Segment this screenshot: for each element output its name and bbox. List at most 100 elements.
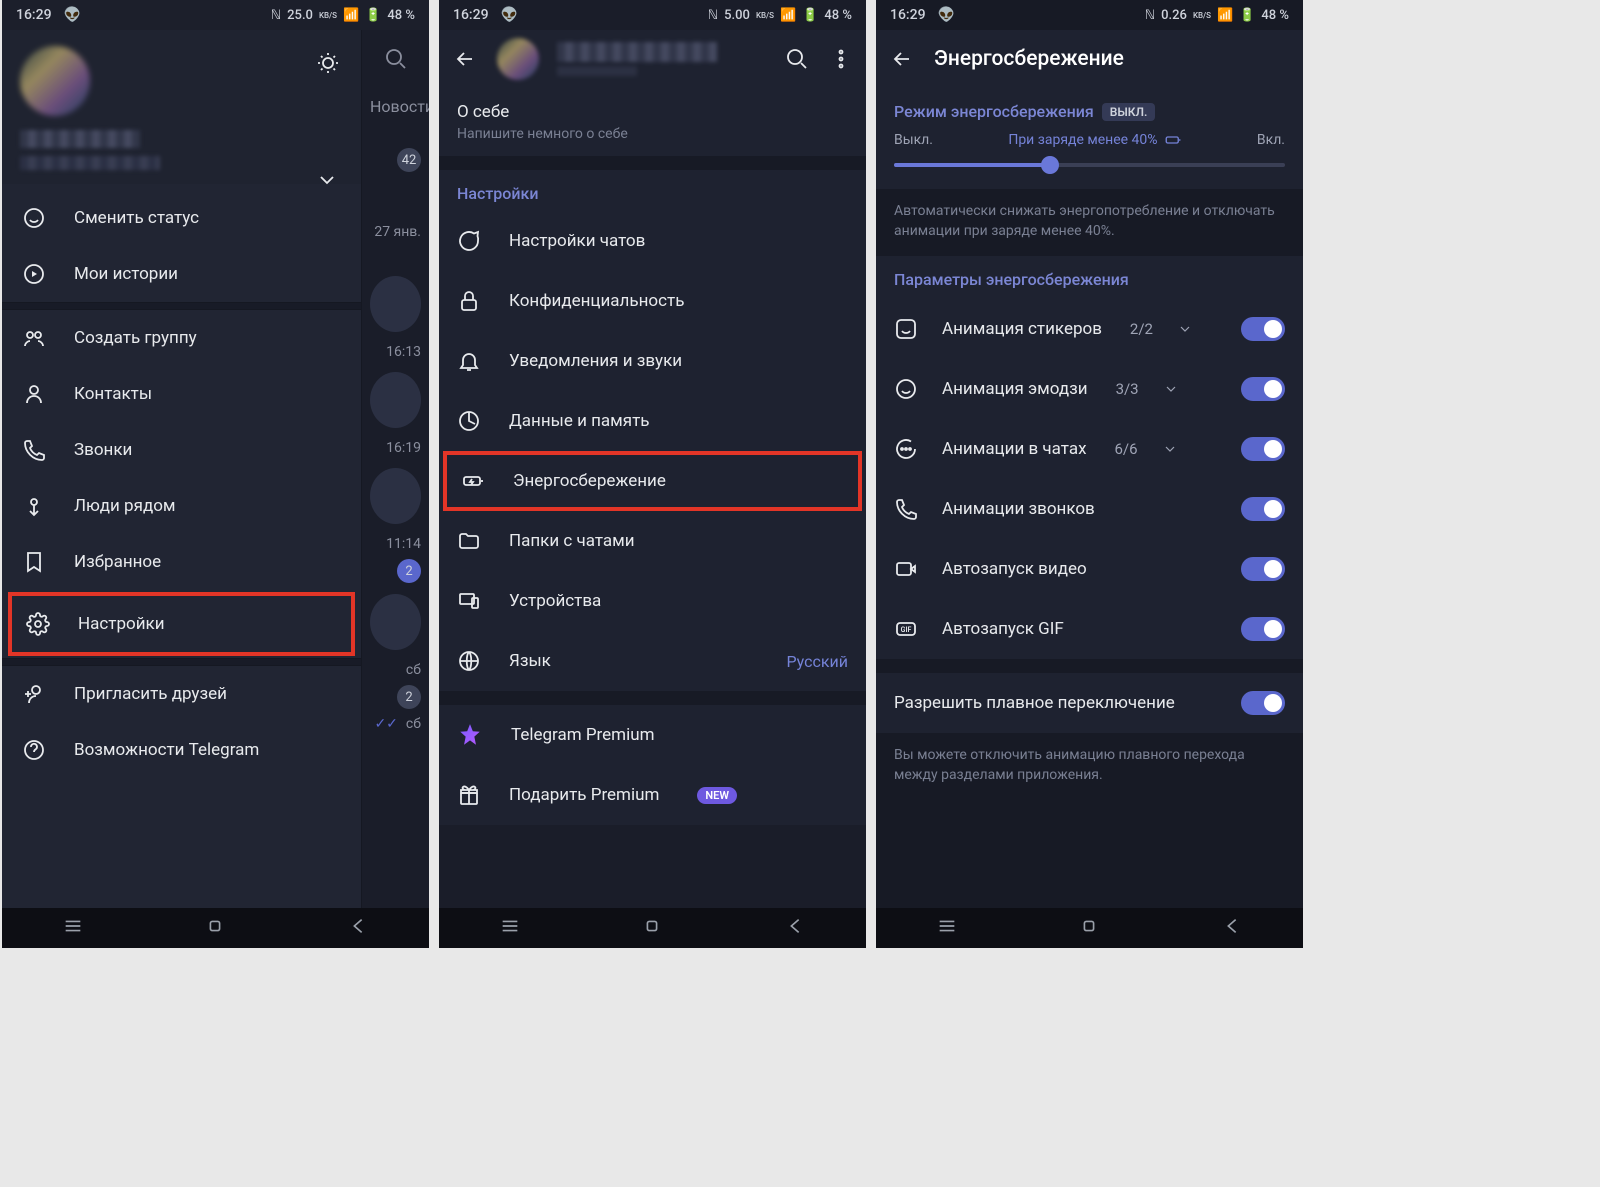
- switch[interactable]: [1241, 691, 1285, 715]
- nav-back-icon[interactable]: [1221, 915, 1243, 941]
- screen-drawer: 16:29 👽 ℕ 25.0 KB/S 📶 🔋 48 % Новости 42 …: [2, 0, 429, 948]
- reddit-icon: 👽: [938, 7, 955, 23]
- nav-home-icon[interactable]: [641, 915, 663, 941]
- drawer-list: Сменить статус Мои истории Создать групп…: [2, 184, 361, 778]
- settings-power-saving[interactable]: Энергосбережение: [443, 451, 862, 511]
- settings-chat-folders[interactable]: Папки с чатами: [439, 511, 866, 571]
- power-slider-labels: Выкл. При заряде менее 40% Вкл.: [876, 131, 1303, 155]
- status-bar: 16:29 👽 ℕ 0.26 KB/S 📶🔋 48 %: [876, 0, 1303, 30]
- status-time: 16:29: [890, 7, 926, 23]
- nav-back-icon[interactable]: [347, 915, 369, 941]
- more-icon[interactable]: [828, 46, 854, 72]
- search-icon[interactable]: [362, 30, 429, 88]
- theme-toggle-icon[interactable]: [311, 46, 345, 80]
- section-power-mode: Режим энергосбережения ВЫКЛ.: [876, 88, 1303, 131]
- nav-home-icon[interactable]: [204, 915, 226, 941]
- unread-badge: 42: [397, 148, 421, 172]
- settings-notifications[interactable]: Уведомления и звуки: [439, 331, 866, 391]
- drawer-header: [2, 30, 361, 184]
- status-bar: 16:29 👽 ℕ 5.00 KB/S 📶🔋 48 %: [439, 0, 866, 30]
- drawer-set-status[interactable]: Сменить статус: [2, 190, 361, 246]
- settings-item-label: Уведомления и звуки: [509, 351, 682, 371]
- toggle-label: Анимация стикеров: [942, 319, 1102, 339]
- drawer-calls[interactable]: Звонки: [2, 422, 361, 478]
- toggle-label: Автозапуск GIF: [942, 619, 1064, 639]
- drawer-people-nearby[interactable]: Люди рядом: [2, 478, 361, 534]
- tab-news[interactable]: Новости: [362, 88, 429, 124]
- settings-privacy[interactable]: Конфиденциальность: [439, 271, 866, 331]
- divider: [2, 302, 361, 310]
- chat-list-behind: Новости 42 27 янв. 16:13 16:19 11:14 2 с…: [362, 30, 429, 908]
- settings-premium[interactable]: Telegram Premium: [439, 705, 866, 765]
- search-icon[interactable]: [784, 46, 810, 72]
- drawer-settings[interactable]: Настройки: [8, 592, 355, 656]
- drawer-saved[interactable]: Избранное: [2, 534, 361, 590]
- status-time: 16:29: [453, 7, 489, 23]
- drawer-item-label: Избранное: [74, 552, 161, 572]
- settings-item-label: Настройки чатов: [509, 231, 645, 251]
- toggle-autoplay-gif[interactable]: GIF Автозапуск GIF: [876, 599, 1303, 659]
- settings-item-label: Энергосбережение: [513, 471, 666, 491]
- drawer-my-stories[interactable]: Мои истории: [2, 246, 361, 302]
- avatar[interactable]: [497, 38, 539, 80]
- switch[interactable]: [1241, 617, 1285, 641]
- settings-item-label: Конфиденциальность: [509, 291, 684, 311]
- settings-item-label: Данные и память: [509, 411, 650, 431]
- net-speed: 25.0: [287, 8, 313, 23]
- nav-home-icon[interactable]: [1078, 915, 1100, 941]
- nfc-icon: ℕ: [271, 8, 281, 23]
- user-phone-blurred: [20, 156, 160, 170]
- power-slider[interactable]: [894, 163, 1285, 167]
- account-chevron-icon[interactable]: [315, 168, 339, 192]
- nav-recent-icon[interactable]: [936, 915, 958, 941]
- user-status-blurred: [557, 66, 637, 76]
- avatar[interactable]: [20, 46, 90, 116]
- toggle-sticker-animation[interactable]: Анимация стикеров 2/2: [876, 299, 1303, 359]
- battery-pct: 48 %: [387, 8, 415, 23]
- drawer-invite[interactable]: Пригласить друзей: [2, 666, 361, 722]
- back-icon[interactable]: [451, 45, 479, 73]
- settings-language[interactable]: Язык Русский: [439, 631, 866, 691]
- settings-item-label: Устройства: [509, 591, 601, 611]
- toggle-emoji-animation[interactable]: Анимация эмодзи 3/3: [876, 359, 1303, 419]
- nav-back-icon[interactable]: [784, 915, 806, 941]
- settings-data-storage[interactable]: Данные и память: [439, 391, 866, 451]
- settings-chats[interactable]: Настройки чатов: [439, 211, 866, 271]
- toggle-smooth-transitions[interactable]: Разрешить плавное переключение: [876, 673, 1303, 733]
- slider-label-off: Выкл.: [894, 132, 933, 148]
- nav-recent-icon[interactable]: [62, 915, 84, 941]
- slider-label-threshold: При заряде менее 40%: [1008, 131, 1181, 149]
- power-topbar: Энергосбережение: [876, 30, 1303, 88]
- power-hint-smooth: Вы можете отключить анимацию плавного пе…: [876, 733, 1303, 800]
- chevron-down-icon: [1162, 437, 1178, 461]
- screen-settings-root: 16:29 👽 ℕ 5.00 KB/S 📶🔋 48 % О себе: [439, 0, 866, 948]
- toggle-autoplay-video[interactable]: Автозапуск видео: [876, 539, 1303, 599]
- new-badge: NEW: [697, 787, 737, 804]
- nav-bar: [876, 908, 1303, 948]
- toggle-chat-animations[interactable]: Анимации в чатах 6/6: [876, 419, 1303, 479]
- user-name-blurred: [557, 42, 717, 62]
- drawer-faq[interactable]: Возможности Telegram: [2, 722, 361, 778]
- drawer-contacts[interactable]: Контакты: [2, 366, 361, 422]
- drawer-new-group[interactable]: Создать группу: [2, 310, 361, 366]
- drawer-item-label: Звонки: [74, 440, 132, 460]
- section-header-settings: Настройки: [439, 170, 866, 211]
- user-name-blurred: [20, 130, 140, 148]
- back-icon[interactable]: [888, 45, 916, 73]
- toggle-counter: 6/6: [1115, 440, 1138, 458]
- toggle-label: Анимации в чатах: [942, 439, 1087, 459]
- toggle-call-animations[interactable]: Анимации звонков: [876, 479, 1303, 539]
- bio-field[interactable]: О себе Напишите немного о себе: [439, 88, 866, 156]
- drawer-item-label: Настройки: [78, 614, 165, 634]
- toggle-label: Анимация эмодзи: [942, 379, 1088, 399]
- switch[interactable]: [1241, 557, 1285, 581]
- settings-devices[interactable]: Устройства: [439, 571, 866, 631]
- settings-gift-premium[interactable]: Подарить Premium NEW: [439, 765, 866, 825]
- switch[interactable]: [1241, 317, 1285, 341]
- drawer-item-label: Мои истории: [74, 264, 178, 284]
- switch[interactable]: [1241, 437, 1285, 461]
- nav-recent-icon[interactable]: [499, 915, 521, 941]
- power-mode-state-badge: ВЫКЛ.: [1102, 103, 1156, 121]
- switch[interactable]: [1241, 497, 1285, 521]
- switch[interactable]: [1241, 377, 1285, 401]
